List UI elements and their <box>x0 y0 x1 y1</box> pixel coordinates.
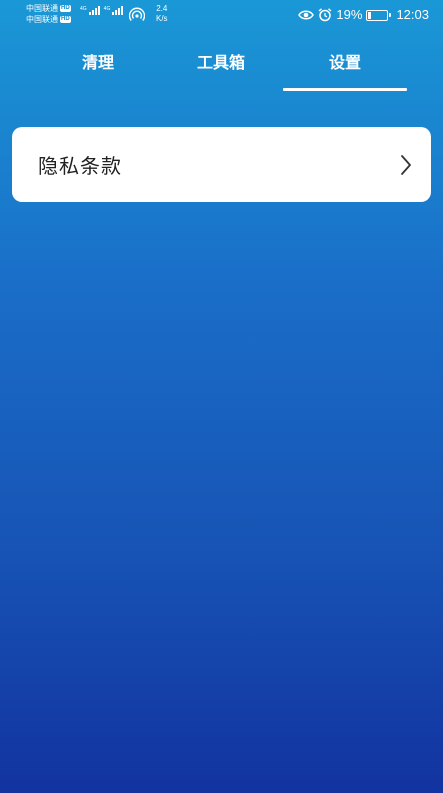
privacy-policy-label: 隐私条款 <box>38 154 122 178</box>
eye-icon <box>298 10 315 20</box>
signal-strength-icon: 4G <box>104 6 124 15</box>
status-bar: 中国联通 HD 中国联通 HD 4G 4G 2.4 K/s 19% 12:03 <box>0 0 443 32</box>
speed-value: 2.4 <box>156 4 168 13</box>
signal-strength-icon: 4G <box>80 6 100 15</box>
hd-badge: HD <box>60 5 71 12</box>
hotspot-icon <box>129 7 145 21</box>
privacy-policy-item[interactable]: 隐私条款 <box>12 127 431 202</box>
carrier-name: 中国联通 <box>26 15 58 24</box>
tab-settings[interactable]: 设置 <box>283 32 407 90</box>
carrier-line-1: 中国联通 HD <box>26 3 71 14</box>
network-type-label: 4G <box>80 6 87 12</box>
battery-charging-icon <box>366 9 392 21</box>
carrier-info: 中国联通 HD 中国联通 HD <box>26 3 71 25</box>
network-type-label: 4G <box>103 6 111 12</box>
carrier-line-2: 中国联通 HD <box>26 14 71 25</box>
status-right: 19% 12:03 <box>298 6 429 24</box>
signal-indicators: 4G 4G <box>80 6 124 15</box>
battery-percent: 19% <box>336 7 363 22</box>
network-speed: 2.4 K/s <box>156 4 168 24</box>
battery-level <box>368 11 372 19</box>
tab-clean[interactable]: 清理 <box>36 32 160 90</box>
speed-unit: K/s <box>156 14 168 23</box>
clock: 12:03 <box>396 7 429 22</box>
carrier-name: 中国联通 <box>26 4 58 13</box>
active-tab-indicator <box>283 88 407 91</box>
top-tab-bar: 清理 工具箱 设置 <box>0 32 443 92</box>
hd-badge: HD <box>60 16 71 23</box>
alarm-icon <box>318 8 332 22</box>
chevron-right-icon <box>401 154 411 175</box>
tab-toolbox[interactable]: 工具箱 <box>159 32 283 90</box>
